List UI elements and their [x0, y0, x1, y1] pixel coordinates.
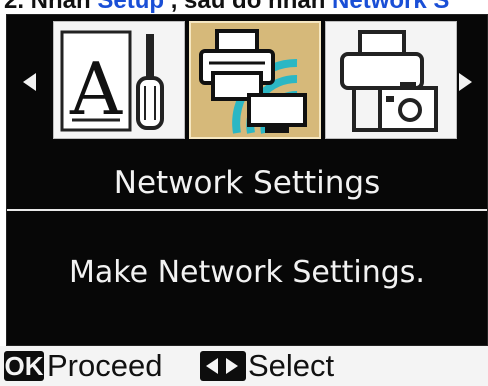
photo-print-icon	[340, 30, 438, 132]
screen-title: Network Settings	[113, 165, 381, 201]
menu-item-network[interactable]	[189, 21, 321, 139]
lcd-screen: A Network Settings Make Network Settings…	[6, 14, 488, 346]
menu-icon-strip: A	[7, 15, 487, 145]
menu-item-photo[interactable]	[325, 21, 457, 139]
network-settings-link[interactable]: Network S	[332, 0, 449, 14]
setup-tools-icon: A	[60, 30, 164, 132]
left-right-key-icon[interactable]	[200, 351, 246, 381]
caption-prefix: 2. Nhấn	[4, 0, 98, 14]
soft-key-guide: OK Proceed Select	[0, 346, 488, 386]
svg-text:A: A	[69, 47, 123, 131]
select-label: Select	[248, 348, 335, 383]
scroll-right-arrow-icon[interactable]	[459, 73, 472, 91]
ok-key-badge[interactable]: OK	[4, 351, 44, 381]
proceed-label: Proceed	[47, 348, 163, 383]
scroll-left-arrow-icon[interactable]	[23, 73, 36, 91]
screen-message: Make Network Settings.	[69, 255, 425, 290]
caption-middle: , sau đó nhấn	[164, 0, 333, 14]
title-band: Network Settings	[7, 157, 487, 211]
menu-item-setup[interactable]: A	[53, 21, 185, 139]
network-printer-icon	[199, 29, 307, 134]
setup-link[interactable]: Setup	[97, 0, 164, 14]
